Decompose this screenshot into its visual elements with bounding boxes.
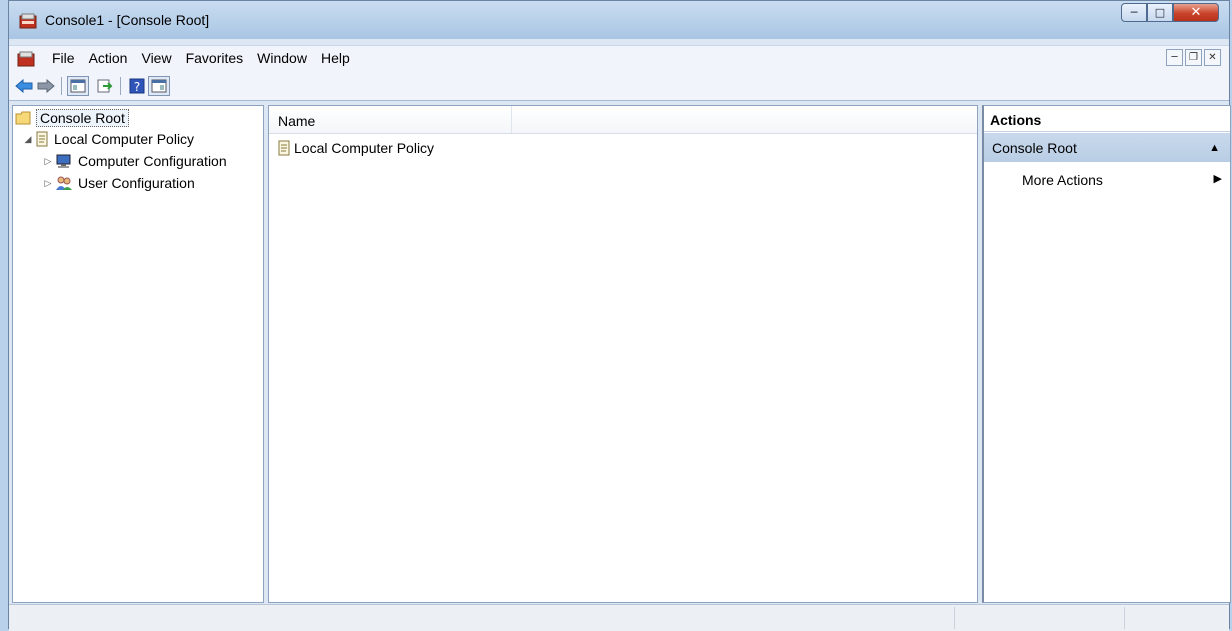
svg-text:?: ? [134, 80, 140, 94]
tree-item-label: User Configuration [78, 175, 195, 191]
toolbar-separator [61, 77, 62, 95]
computer-icon [55, 153, 73, 169]
actions-section-console-root[interactable]: Console Root ▲ [984, 133, 1230, 162]
show-hide-action-pane-icon[interactable] [148, 76, 170, 96]
window-title: Console1 - [Console Root] [45, 12, 210, 28]
collapse-arrow-icon[interactable]: ◢ [21, 134, 35, 145]
console-tree-pane: Console Root ◢ Local Computer Policy ▷ C… [12, 105, 264, 603]
policy-document-icon [277, 140, 291, 156]
column-header: Name [269, 106, 977, 134]
tree-item-computer-configuration[interactable]: ▷ Computer Configuration [41, 153, 227, 169]
menu-view[interactable]: View [134, 50, 178, 66]
toolbar-separator [120, 77, 121, 95]
toolbar: ? [9, 72, 1229, 101]
status-cell [1124, 607, 1225, 629]
list-item-label: Local Computer Policy [294, 140, 435, 156]
child-close-button[interactable]: ✕ [1204, 49, 1221, 66]
tree-item-console-root[interactable]: Console Root [15, 109, 129, 127]
tree-item-label: Console Root [36, 109, 129, 127]
title-bar: Console1 - [Console Root] ─ □ ✕ [9, 1, 1229, 39]
export-list-icon[interactable] [94, 76, 116, 96]
expand-arrow-icon[interactable]: ▷ [41, 156, 55, 167]
menu-action[interactable]: Action [82, 50, 135, 66]
menu-window[interactable]: Window [250, 50, 314, 66]
tree-item-user-configuration[interactable]: ▷ User Configuration [41, 175, 195, 191]
submenu-arrow-icon[interactable]: ▶ [1214, 172, 1222, 185]
tree-item-label: Computer Configuration [78, 153, 227, 169]
close-button[interactable]: ✕ [1173, 3, 1219, 22]
actions-header: Actions [984, 106, 1230, 132]
expand-arrow-icon[interactable]: ▷ [41, 178, 55, 189]
list-item[interactable]: Local Computer Policy [277, 140, 434, 156]
more-actions-item[interactable]: More Actions [1022, 172, 1103, 188]
tree-item-local-computer-policy[interactable]: ◢ Local Computer Policy [21, 131, 195, 147]
child-minimize-button[interactable]: ─ [1166, 49, 1183, 66]
actions-pane: Actions Console Root ▲ More Actions ▶ [982, 105, 1231, 603]
folder-icon [15, 111, 31, 125]
results-pane: Name Local Computer Policy [268, 105, 978, 603]
back-arrow-icon[interactable] [13, 76, 35, 96]
minimize-button[interactable]: ─ [1121, 3, 1147, 22]
menu-help[interactable]: Help [314, 50, 357, 66]
status-bar [9, 604, 1229, 631]
maximize-button[interactable]: □ [1147, 3, 1173, 22]
console-window-icon[interactable] [17, 51, 35, 71]
policy-document-icon [35, 131, 49, 147]
status-cell [954, 607, 1125, 629]
help-icon[interactable]: ? [126, 76, 148, 96]
users-icon [55, 175, 73, 191]
forward-arrow-icon[interactable] [35, 76, 57, 96]
menu-favorites[interactable]: Favorites [179, 50, 251, 66]
menu-bar: File Action View Favorites Window Help ─… [9, 45, 1229, 73]
child-restore-button[interactable]: ❐ [1185, 49, 1202, 66]
collapse-up-icon[interactable]: ▲ [1209, 133, 1220, 163]
mmc-window: Console1 - [Console Root] ─ □ ✕ File Act… [8, 0, 1231, 631]
mmc-app-icon[interactable] [19, 13, 37, 33]
show-hide-console-tree-icon[interactable] [67, 76, 89, 96]
menu-file[interactable]: File [45, 50, 82, 66]
name-column-header[interactable]: Name [269, 106, 512, 133]
tree-item-label: Local Computer Policy [54, 131, 195, 147]
section-label: Console Root [992, 140, 1077, 156]
